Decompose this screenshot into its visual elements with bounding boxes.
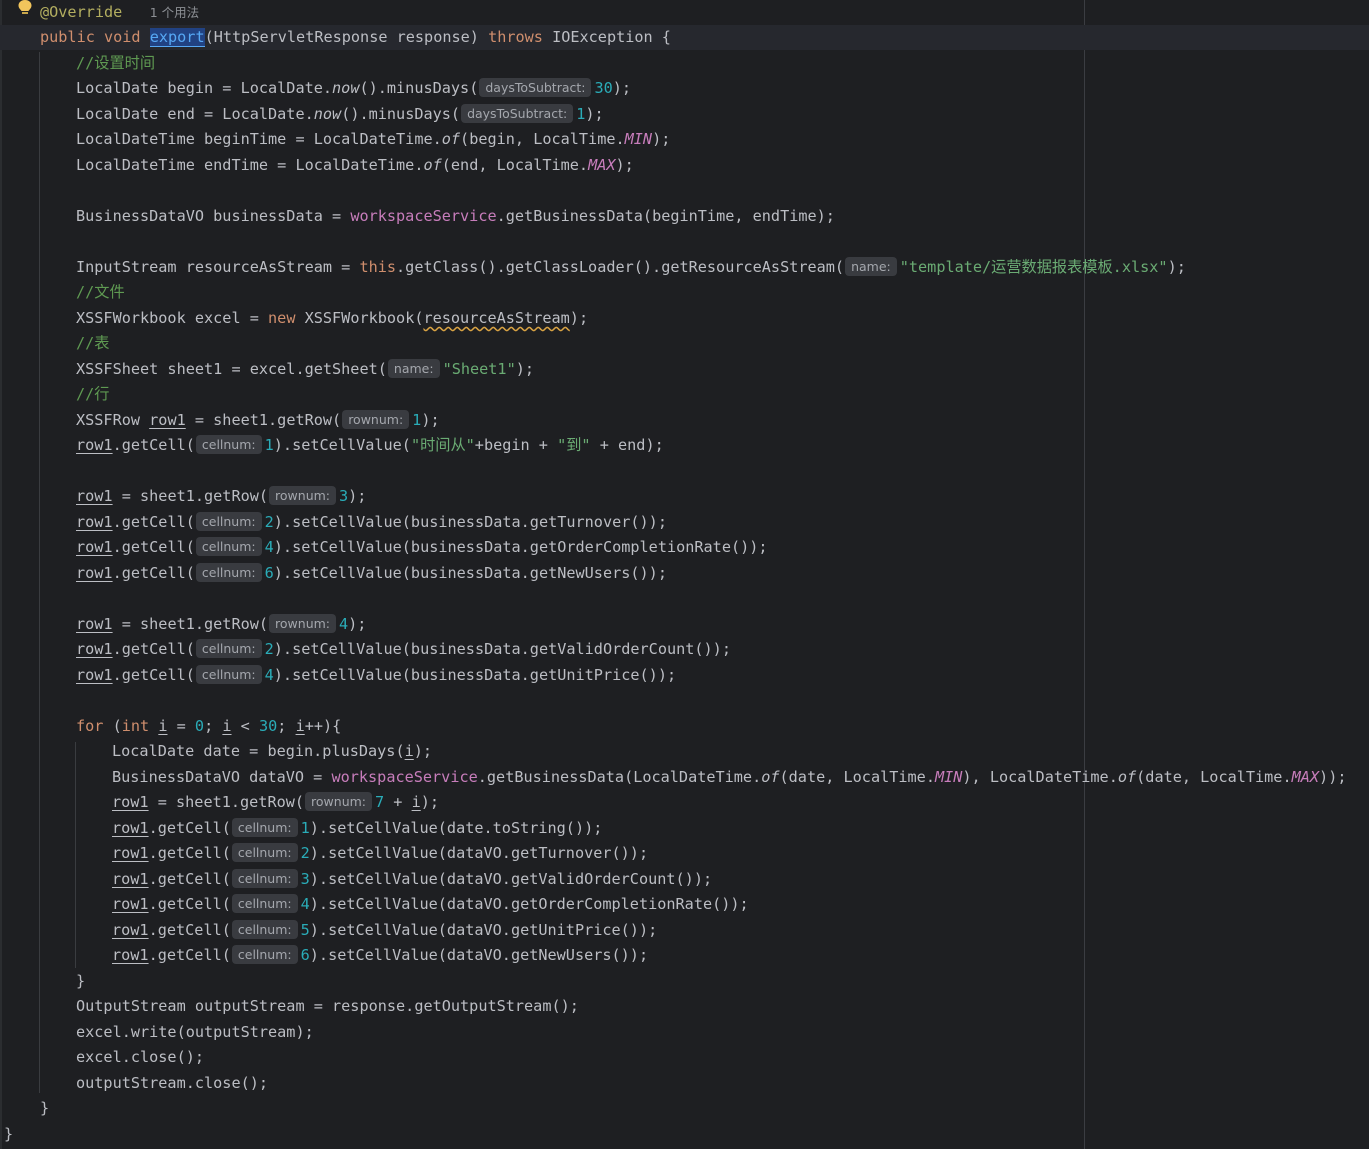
method-name-export[interactable]: export: [149, 28, 205, 47]
warning-highlight[interactable]: resourceAsStream: [423, 309, 569, 327]
param-hint-inlay: daysToSubtract:: [461, 104, 574, 123]
code-line: row1.getCell(cellnum: 2).setCellValue(bus…: [76, 512, 667, 531]
code-line: InputStream resourceAsStream = this.getC…: [76, 257, 1186, 276]
param-hint-inlay: name:: [387, 359, 440, 378]
code-editor[interactable]: @Override 1 个用法 public void export(HttpS…: [0, 0, 1369, 1149]
code-line: LocalDateTime beginTime = LocalDateTime.…: [76, 130, 671, 148]
param-hint-inlay: cellnum:: [195, 639, 262, 658]
param-hint-inlay: cellnum:: [195, 563, 262, 582]
indent-guide-method: [39, 52, 40, 1093]
code-line: for (int i = 0; i < 30; i++){: [76, 717, 342, 735]
code-line: LocalDate end = LocalDate.now().minusDay…: [76, 104, 604, 123]
code-line: row1.getCell(cellnum: 4).setCellValue(bus…: [76, 665, 677, 684]
param-hint-inlay: cellnum:: [231, 818, 298, 837]
comment-line: //文件: [76, 283, 125, 301]
code-line: row1.getCell(cellnum: 6).setCellValue(dat…: [112, 945, 649, 964]
comment-line: //行: [76, 385, 110, 403]
code-line: row1.getCell(cellnum: 5).setCellValue(dat…: [112, 920, 658, 939]
code-line: row1.getCell(cellnum: 3).setCellValue(dat…: [112, 869, 713, 888]
code-line: row1.getCell(cellnum: 2).setCellValue(bus…: [76, 639, 731, 658]
code-line: BusinessDataVO dataVO = workspaceService…: [112, 768, 1347, 786]
comment-line: //表: [76, 334, 110, 352]
param-hint-inlay: cellnum:: [231, 945, 298, 964]
code-line: row1.getCell(cellnum: 1).setCellValue(dat…: [112, 818, 603, 837]
code-line: row1.getCell(cellnum: 4).setCellValue(bus…: [76, 537, 768, 556]
code-line: row1.getCell(cellnum: 6).setCellValue(bus…: [76, 563, 667, 582]
param-hint-inlay: cellnum:: [195, 665, 262, 684]
code-line-current: public void export(HttpServletResponse r…: [0, 25, 1369, 50]
right-margin-guide: [1084, 0, 1085, 1149]
param-hint-inlay: rownum:: [269, 486, 336, 505]
code-line: row1 = sheet1.getRow(rownum: 7 + i);: [112, 792, 440, 811]
param-hint-inlay: cellnum:: [231, 869, 298, 888]
indent-guide-for-loop: [75, 742, 76, 968]
code-line: LocalDate date = begin.plusDays(i);: [112, 742, 433, 760]
code-line: XSSFWorkbook excel = new XSSFWorkbook(re…: [76, 309, 589, 327]
code-line: row1.getCell(cellnum: 4).setCellValue(dat…: [112, 894, 749, 913]
code-line: XSSFSheet sheet1 = excel.getSheet(name: "…: [76, 359, 535, 378]
code-line: outputStream.close();: [76, 1074, 269, 1092]
code-line: }: [4, 1125, 14, 1143]
code-line: row1.getCell(cellnum: 1).setCellValue("时间…: [76, 435, 664, 454]
code-line: OutputStream outputStream = response.get…: [76, 997, 579, 1015]
code-line: BusinessDataVO businessData = workspaceS…: [76, 207, 835, 225]
code-line: @Override 1 个用法: [40, 3, 200, 21]
code-line: }: [76, 972, 86, 990]
code-line: LocalDateTime endTime = LocalDateTime.of…: [76, 156, 634, 174]
param-hint-inlay: rownum:: [269, 614, 336, 633]
code-line: XSSFRow row1 = sheet1.getRow(rownum: 1);: [76, 410, 440, 429]
code-line: row1 = sheet1.getRow(rownum: 4);: [76, 614, 367, 633]
usages-inlay[interactable]: 1 个用法: [150, 5, 199, 20]
code-line: excel.write(outputStream);: [76, 1023, 314, 1041]
code-line: excel.close();: [76, 1048, 205, 1066]
param-hint-inlay: cellnum:: [231, 894, 298, 913]
param-hint-inlay: rownum:: [305, 792, 372, 811]
param-hint-inlay: cellnum:: [231, 843, 298, 862]
param-hint-inlay: cellnum:: [231, 920, 298, 939]
param-hint-inlay: cellnum:: [195, 512, 262, 531]
code-line: row1.getCell(cellnum: 2).setCellValue(dat…: [112, 843, 649, 862]
editor-gutter-edge: [0, 0, 2, 1149]
comment-line: //设置时间: [76, 54, 156, 72]
code-line: row1 = sheet1.getRow(rownum: 3);: [76, 486, 367, 505]
code-line: LocalDate begin = LocalDate.now().minusD…: [76, 78, 632, 97]
code-line: }: [40, 1099, 50, 1117]
param-hint-inlay: cellnum:: [195, 435, 262, 454]
param-hint-inlay: cellnum:: [195, 537, 262, 556]
param-hint-inlay: daysToSubtract:: [479, 78, 592, 97]
param-hint-inlay: name:: [845, 257, 897, 276]
intention-bulb-icon[interactable]: [17, 0, 33, 18]
param-hint-inlay: rownum:: [342, 410, 410, 429]
